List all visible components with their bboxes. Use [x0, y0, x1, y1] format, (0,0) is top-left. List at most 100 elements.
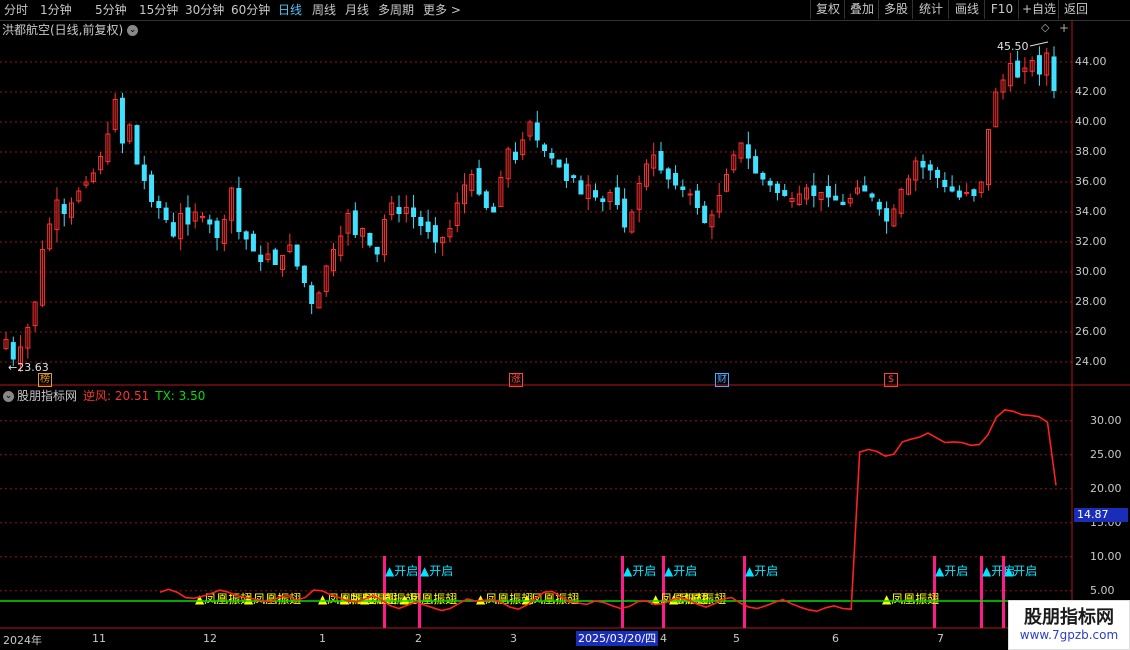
candle-body: [964, 192, 970, 195]
candle-body: [571, 175, 577, 179]
candle-body: [796, 193, 802, 205]
candle-body: [265, 253, 271, 261]
candle-body: [986, 129, 991, 186]
candle-body: [396, 207, 402, 214]
candle-body: [432, 225, 438, 243]
watermark-url: www.7gpzb.com: [1019, 628, 1119, 642]
f10-button[interactable]: F10: [984, 0, 1019, 19]
candle-body: [287, 244, 293, 253]
candle-body: [862, 185, 868, 192]
candle-body: [207, 219, 213, 225]
signal-bar: [662, 556, 665, 628]
price-tick-label: 40.00: [1075, 115, 1107, 128]
fenghuang-signal-label: ▲凤凰振翅: [340, 591, 397, 606]
candle-body: [69, 202, 74, 218]
adjust-button[interactable]: 复权: [810, 0, 845, 19]
indicator-tick-label: 20.00: [1090, 481, 1122, 495]
indicator-title: ⌄ 股朋指标网 逆风: 20.51 TX: 3.50: [3, 387, 205, 404]
plus-icon[interactable]: +: [1059, 21, 1069, 35]
candle-body: [818, 192, 824, 200]
period-tab-30min[interactable]: 30分钟: [185, 2, 224, 18]
ni-value: 逆风: 20.51: [83, 389, 150, 403]
candle-body: [1022, 67, 1028, 72]
candlestick-series: [3, 46, 1057, 373]
candle-body: [542, 144, 548, 151]
candle-body: [214, 220, 220, 238]
diamond-icon[interactable]: ◇: [1041, 21, 1049, 34]
event-marker-zhang[interactable]: 涨: [509, 373, 523, 387]
candle-body: [90, 172, 96, 182]
signal-bar: [933, 556, 936, 628]
date-label: 12: [203, 632, 217, 645]
date-label: 6: [832, 632, 839, 645]
kaiqi-signal-label: ▲开启: [935, 564, 968, 578]
candle-body: [876, 201, 882, 210]
candle-body: [956, 190, 962, 198]
tag-button[interactable]: 返回: [1058, 0, 1093, 19]
candle-body: [673, 172, 679, 186]
indicator-tick-label: 5.00: [1090, 583, 1115, 597]
multi-stock-button[interactable]: 多股: [878, 0, 913, 19]
period-tab-monthly[interactable]: 月线: [345, 2, 369, 18]
candle-body: [61, 204, 67, 215]
candle-body: [403, 207, 409, 215]
candle-body: [25, 327, 31, 349]
period-tab-weekly[interactable]: 周线: [312, 2, 336, 18]
period-tab-daily[interactable]: 日线: [278, 2, 302, 18]
statistics-button[interactable]: 统计: [912, 0, 949, 19]
chevron-down-icon[interactable]: ⌄: [127, 25, 139, 36]
period-tab-60min[interactable]: 60分钟: [231, 2, 270, 18]
candle-body: [636, 183, 642, 210]
candle-body: [942, 179, 948, 188]
candle-body: [738, 142, 744, 159]
signal-bar: [743, 556, 746, 628]
date-label: 3: [510, 632, 517, 645]
overlay-button[interactable]: 叠加: [844, 0, 879, 19]
candle-body: [651, 154, 657, 169]
candle-body: [1000, 79, 1006, 93]
event-marker-bang[interactable]: 榜: [38, 373, 52, 387]
period-tab-1min[interactable]: 1分钟: [40, 2, 72, 18]
date-label: 5: [733, 632, 740, 645]
candle-body: [949, 186, 955, 192]
candle-body: [134, 125, 140, 165]
candle-body: [978, 181, 984, 193]
candle-body: [971, 189, 977, 197]
candle-body: [658, 151, 664, 171]
event-marker-dollar[interactable]: $: [884, 373, 898, 387]
period-tab-15min[interactable]: 15分钟: [139, 2, 178, 18]
candle-body: [163, 207, 169, 220]
candle-body: [840, 201, 846, 205]
fenghuang-signal-label: ▲凤凰振翅: [244, 591, 301, 606]
candle-body: [243, 231, 249, 240]
candle-body: [811, 185, 817, 196]
period-tab-5min[interactable]: 5分钟: [95, 2, 127, 18]
fenghuang-signal-label: ▲凤凰振翅: [669, 591, 726, 606]
period-tab-multi[interactable]: 多周期: [378, 2, 414, 18]
candle-body: [527, 121, 533, 137]
candle-body: [127, 124, 133, 142]
candle-body: [440, 237, 446, 244]
candle-body: [331, 249, 336, 272]
candle-body: [32, 301, 38, 327]
candle-body: [600, 198, 606, 202]
indicator-name: 股朋指标网: [17, 389, 78, 403]
candle-body: [855, 187, 860, 194]
draw-line-button[interactable]: 画线: [948, 0, 985, 19]
candle-body: [1029, 60, 1035, 72]
candle-body: [549, 152, 555, 159]
period-tab-more[interactable]: 更多 >: [423, 2, 461, 18]
candle-body: [178, 213, 184, 240]
chevron-down-icon[interactable]: ⌄: [3, 391, 14, 402]
indicator-lines: [0, 409, 1072, 613]
period-tab-fenshi[interactable]: 分时: [4, 2, 28, 18]
candle-body: [119, 97, 125, 144]
high-price-label: 45.50: [997, 40, 1029, 53]
date-label: 1: [319, 632, 326, 645]
price-tick-label: 24.00: [1075, 355, 1107, 368]
candle-body: [680, 186, 686, 190]
event-marker-cai[interactable]: 财: [715, 373, 729, 387]
candle-body: [47, 223, 53, 250]
kaiqi-signal-label: ▲开启: [745, 564, 778, 578]
add-watchlist-button[interactable]: +自选: [1018, 0, 1059, 19]
